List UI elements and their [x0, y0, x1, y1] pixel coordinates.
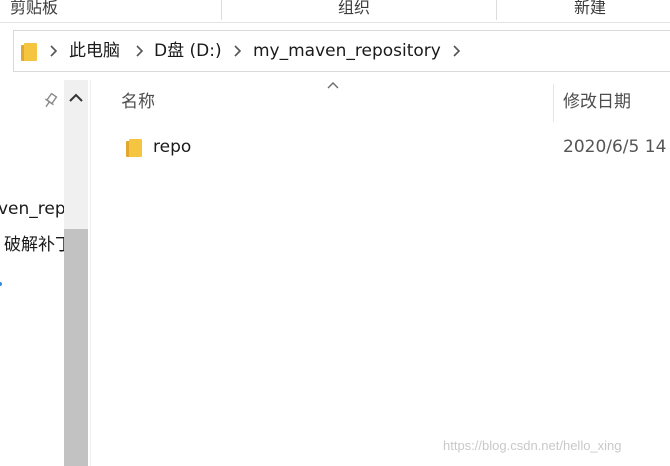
breadcrumb-this-pc[interactable]: 此电脑 [69, 40, 120, 62]
folder-icon [126, 139, 142, 157]
pin-icon[interactable] [42, 93, 58, 109]
folder-icon [21, 43, 37, 61]
chevron-right-icon[interactable] [451, 44, 461, 58]
ribbon-group-organize: 组织 [338, 0, 371, 17]
file-name[interactable]: repo [153, 136, 191, 158]
column-header-name[interactable]: 名称 [121, 91, 155, 113]
column-header-modified[interactable]: 修改日期 [563, 91, 631, 113]
watermark: https://blog.csdn.net/hello_xing [443, 438, 622, 453]
file-modified-date: 2020/6/5 14 [563, 137, 667, 157]
column-separator[interactable] [553, 84, 554, 122]
nav-item-crack-patch[interactable]: 破解补丁 [4, 234, 72, 256]
nav-scrollbar-thumb[interactable] [64, 229, 88, 466]
ribbon-group-clipboard: 剪贴板 [10, 0, 59, 17]
ribbon-separator [496, 0, 497, 20]
breadcrumb-my-maven-repository[interactable]: my_maven_repository [253, 40, 441, 62]
ribbon-group-labels: 剪贴板 组织 新建 [0, 0, 670, 23]
nav-item-marker [0, 282, 2, 286]
chevron-right-icon[interactable] [48, 44, 58, 58]
ribbon-separator [221, 0, 222, 20]
scroll-up-icon[interactable] [64, 84, 88, 112]
pane-divider[interactable] [90, 80, 91, 466]
ribbon-group-new: 新建 [574, 0, 607, 17]
sort-ascending-icon [327, 82, 339, 89]
chevron-right-icon[interactable] [232, 44, 242, 58]
address-bar[interactable]: 此电脑 D盘 (D:) my_maven_repository [13, 30, 670, 72]
chevron-right-icon[interactable] [134, 44, 144, 58]
breadcrumb-drive-d[interactable]: D盘 (D:) [154, 40, 222, 62]
